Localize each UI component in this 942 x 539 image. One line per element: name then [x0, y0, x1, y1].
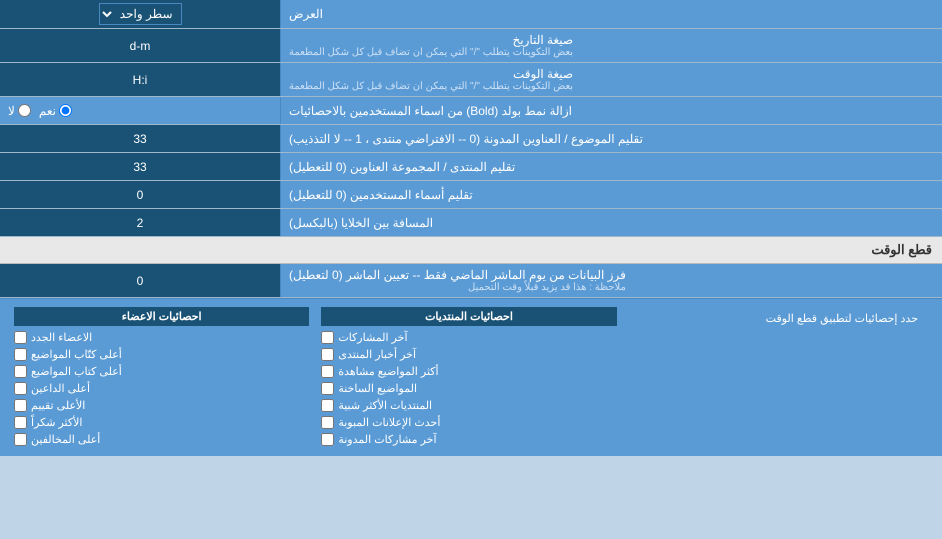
- forum-titles-row: تقليم المنتدى / المجموعة العناوين (0 للت…: [0, 153, 942, 181]
- stats-member-6: أعلى المخالفين: [14, 431, 309, 448]
- dropdown-container: سطر واحد: [0, 0, 280, 28]
- stats-item-4: المنتديات الأكثر شبية: [321, 397, 616, 414]
- time-format-input[interactable]: [8, 73, 272, 87]
- stats-item-6: آخر مشاركات المدونة: [321, 431, 616, 448]
- stats-posts-checkbox-1[interactable]: [321, 348, 334, 361]
- stats-posts-checkbox-2[interactable]: [321, 365, 334, 378]
- user-names-label: تقليم أسماء المستخدمين (0 للتعطيل): [280, 181, 942, 208]
- members-col-title: احصائيات الاعضاء: [14, 307, 309, 326]
- stats-member-3: أعلى الداعين: [14, 380, 309, 397]
- stats-layout: حدد إحصائيات لتطبيق قطع الوقت احصائيات ا…: [8, 305, 934, 450]
- stats-section: حدد إحصائيات لتطبيق قطع الوقت احصائيات ا…: [0, 298, 942, 456]
- user-names-input[interactable]: [8, 188, 272, 202]
- stats-member-5: الأكثر شكراً: [14, 414, 309, 431]
- cutoff-section-header: قطع الوقت: [0, 237, 942, 264]
- stats-members-checkbox-5[interactable]: [14, 416, 27, 429]
- cutoff-label: فرز البيانات من يوم الماشر الماضي فقط --…: [280, 264, 942, 297]
- stats-members-checkbox-1[interactable]: [14, 348, 27, 361]
- stats-item-1: آخر أخبار المنتدى: [321, 346, 616, 363]
- bold-remove-label: ازالة نمط بولد (Bold) من اسماء المستخدمي…: [280, 97, 942, 124]
- user-names-input-container: [0, 181, 280, 208]
- main-container: العرض سطر واحد صيغة التاريخ بعض التكوينا…: [0, 0, 942, 456]
- forum-titles-label: تقليم المنتدى / المجموعة العناوين (0 للت…: [280, 153, 942, 180]
- bold-radio-yes[interactable]: [59, 104, 72, 117]
- stats-item-3: المواضيع الساخنة: [321, 380, 616, 397]
- cutoff-row: فرز البيانات من يوم الماشر الماضي فقط --…: [0, 264, 942, 298]
- time-format-input-container: [0, 63, 280, 96]
- stats-member-4: الأعلى تقييم: [14, 397, 309, 414]
- bold-radio-yes-label: نعم: [39, 104, 72, 118]
- forum-titles-input[interactable]: [8, 160, 272, 174]
- user-names-row: تقليم أسماء المستخدمين (0 للتعطيل): [0, 181, 942, 209]
- section-label: العرض: [280, 0, 942, 28]
- stats-posts-checkbox-3[interactable]: [321, 382, 334, 395]
- cutoff-input[interactable]: [8, 274, 272, 288]
- topic-titles-input-container: [0, 125, 280, 152]
- stats-member-1: أعلى كتّاب المواضيع: [14, 346, 309, 363]
- forum-titles-input-container: [0, 153, 280, 180]
- cell-gap-input-container: [0, 209, 280, 236]
- members-stats-col: احصائيات الاعضاء الاعضاء الجدد أعلى كتّا…: [8, 305, 315, 450]
- stats-members-checkbox-6[interactable]: [14, 433, 27, 446]
- topic-titles-input[interactable]: [8, 132, 272, 146]
- stats-item-5: أحدث الإعلانات المبوبة: [321, 414, 616, 431]
- topic-titles-row: تقليم الموضوع / العناوين المدونة (0 -- ا…: [0, 125, 942, 153]
- date-format-row: صيغة التاريخ بعض التكوينات يتطلب "/" الت…: [0, 29, 942, 63]
- posts-col-title: احصائيات المنتديات: [321, 307, 616, 326]
- stats-members-checkbox-4[interactable]: [14, 399, 27, 412]
- stats-members-checkbox-2[interactable]: [14, 365, 27, 378]
- cell-gap-input[interactable]: [8, 216, 272, 230]
- cutoff-input-container: [0, 264, 280, 297]
- stats-posts-checkbox-5[interactable]: [321, 416, 334, 429]
- stats-posts-checkbox-6[interactable]: [321, 433, 334, 446]
- stats-item-0: آخر المشاركات: [321, 329, 616, 346]
- stats-posts-checkbox-4[interactable]: [321, 399, 334, 412]
- apply-label-col: حدد إحصائيات لتطبيق قطع الوقت: [623, 305, 934, 450]
- bold-radio-no-label: لا: [8, 104, 31, 118]
- date-format-input[interactable]: [8, 39, 272, 53]
- time-format-label: صيغة الوقت بعض التكوينات يتطلب "/" التي …: [280, 63, 942, 96]
- date-format-label: صيغة التاريخ بعض التكوينات يتطلب "/" الت…: [280, 29, 942, 62]
- bold-remove-row: ازالة نمط بولد (Bold) من اسماء المستخدمي…: [0, 97, 942, 125]
- cell-gap-label: المسافة بين الخلايا (بالبكسل): [280, 209, 942, 236]
- stats-member-0: الاعضاء الجدد: [14, 329, 309, 346]
- bold-radio-container: نعم لا: [0, 97, 280, 124]
- stats-posts-checkbox-0[interactable]: [321, 331, 334, 344]
- topic-titles-label: تقليم الموضوع / العناوين المدونة (0 -- ا…: [280, 125, 942, 152]
- header-row: العرض سطر واحد: [0, 0, 942, 29]
- bold-radio-no[interactable]: [18, 104, 31, 117]
- stats-item-2: أكثر المواضيع مشاهدة: [321, 363, 616, 380]
- stats-members-checkbox-0[interactable]: [14, 331, 27, 344]
- stats-member-2: أعلى كتاب المواضيع: [14, 363, 309, 380]
- stats-members-checkbox-3[interactable]: [14, 382, 27, 395]
- time-format-row: صيغة الوقت بعض التكوينات يتطلب "/" التي …: [0, 63, 942, 97]
- posts-stats-col: احصائيات المنتديات آخر المشاركات آخر أخب…: [315, 305, 622, 450]
- date-format-input-container: [0, 29, 280, 62]
- display-mode-select[interactable]: سطر واحد: [99, 3, 182, 25]
- cell-gap-row: المسافة بين الخلايا (بالبكسل): [0, 209, 942, 237]
